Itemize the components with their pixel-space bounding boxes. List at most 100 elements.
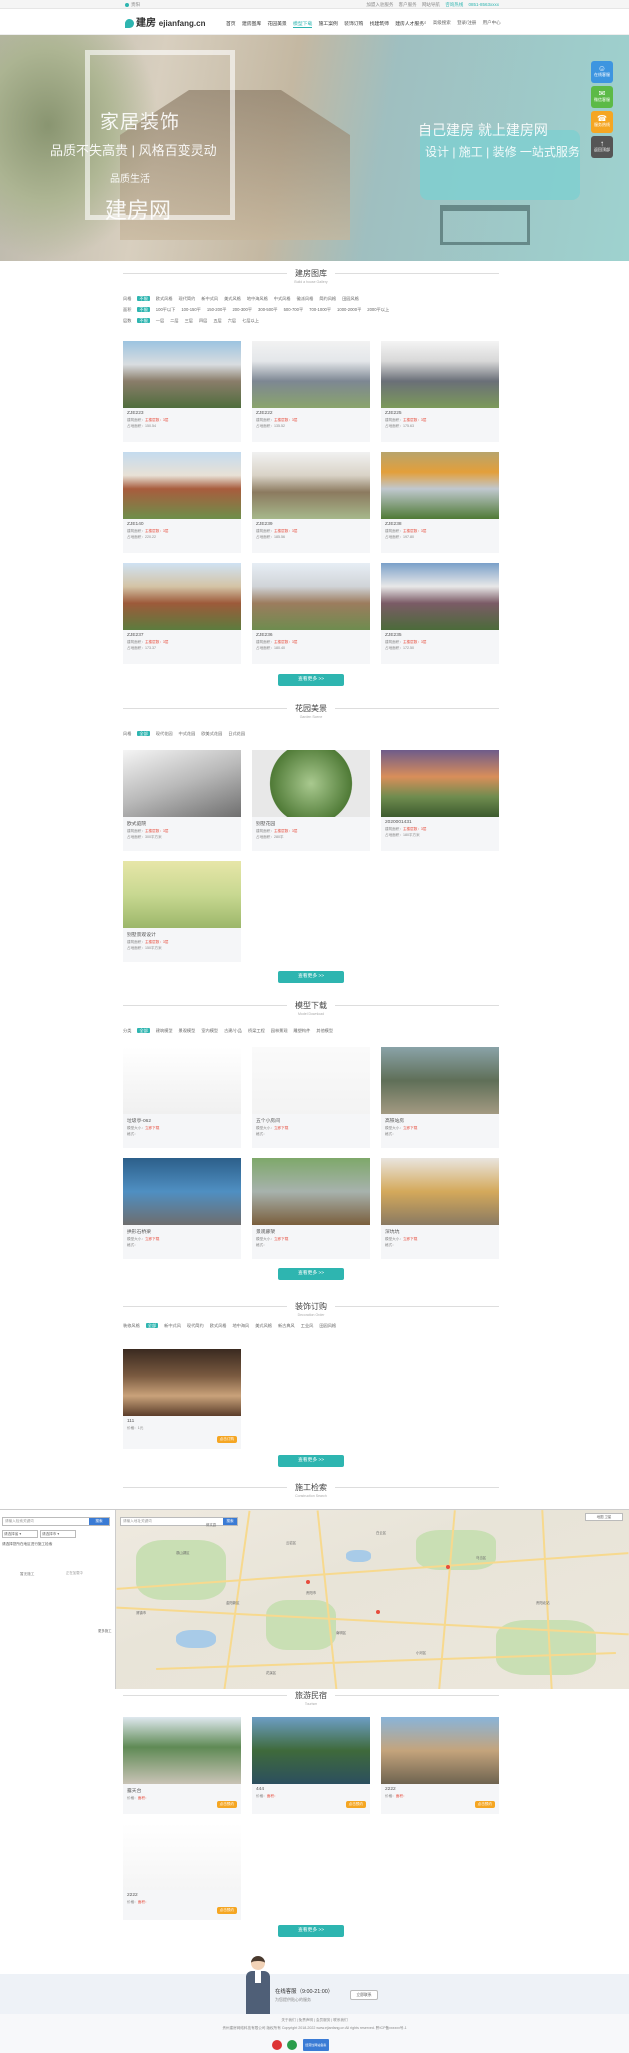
gallery-card[interactable]: ZJE225 建筑面积：主楼层数：3层 占地面积：175.63 — [381, 341, 499, 442]
icp-badge[interactable]: 经营性网站备案 — [302, 2039, 329, 2051]
order-button[interactable]: 点击订购 — [216, 1436, 237, 1443]
construction-map[interactable]: 请输入检索关键词 搜索 请选择省 ▾ 请选择市 ▾ 请选择您所在地区进行施工检索 … — [0, 1509, 629, 1689]
decor-card[interactable]: 111 价格：1元 点击订购 — [123, 1349, 241, 1449]
model-card[interactable]: 深坑坑 模型大小：立即下载 格式： — [381, 1158, 499, 1259]
nav-talent[interactable]: 建房人才服务 — [395, 22, 424, 27]
gallery-card[interactable]: ZJE236 建筑面积：主楼层数：3层 占地面积：180.40 — [252, 563, 370, 664]
garden-filter-option[interactable]: 日式花园 — [228, 731, 245, 736]
filter-option[interactable]: 新中式风 — [201, 296, 218, 301]
filter-option[interactable]: 100-150平 — [181, 307, 201, 312]
gallery-card[interactable]: ZJE140 建筑面积：主楼层数：3层 占地面积：220.22 — [123, 452, 241, 553]
filter-option[interactable]: 不限 — [137, 318, 150, 323]
top-link-sitemap[interactable]: 网站导航 — [422, 2, 440, 7]
garden-filter-option[interactable]: 中式花园 — [179, 731, 196, 736]
nav-construct[interactable]: 施工案例 — [319, 22, 338, 27]
model-card[interactable]: 五个小房间 模型大小：立即下载 格式： — [252, 1047, 370, 1148]
filter-option[interactable]: 不限 — [137, 307, 150, 312]
map-marker-icon[interactable] — [376, 1610, 380, 1614]
model-filter-option[interactable]: 桥梁工程 — [248, 1028, 265, 1033]
logo[interactable]: 建房 ejianfang.cn — [125, 14, 205, 29]
filter-option[interactable]: 二层 — [170, 318, 178, 323]
model-filter-option[interactable]: 室内模型 — [201, 1028, 218, 1033]
reserve-button[interactable]: 点击预约 — [474, 1801, 495, 1808]
model-filter-option[interactable]: 园林景观 — [271, 1028, 288, 1033]
model-filter-option[interactable]: 雕塑构件 — [294, 1028, 311, 1033]
user-center-link[interactable]: 用户中心 — [483, 20, 501, 25]
nav-home[interactable]: 首页 — [226, 22, 236, 27]
search-icon[interactable]: ⌕ — [424, 20, 427, 25]
model-card[interactable]: 高铁站房 模型大小：立即下载 格式： — [381, 1047, 499, 1148]
map-marker-icon[interactable] — [446, 1565, 450, 1569]
garden-card[interactable]: 欧式庭院 建筑面积：主楼层数：3层 占地面积：300平方米 — [123, 750, 241, 851]
filter-option[interactable]: 中式风格 — [274, 296, 291, 301]
gallery-card[interactable]: ZJE235 建筑面积：主楼层数：3层 占地面积：172.50 — [381, 563, 499, 664]
tour-card[interactable]: 444 价格：面积： 点击预约 — [252, 1717, 370, 1814]
decor-filter-option[interactable]: 田园风格 — [319, 1323, 336, 1328]
filter-option[interactable]: 四层 — [199, 318, 207, 323]
filter-option[interactable]: 不限 — [137, 296, 150, 301]
garden-more-button[interactable]: 查看更多 >> — [278, 971, 344, 983]
map-marker-icon[interactable] — [306, 1580, 310, 1584]
filter-option[interactable]: 徽派风格 — [297, 296, 314, 301]
map-canvas[interactable]: 请输入地址关键词 搜索 地图 卫星 贵阳市 观山湖区 南明区 云岩区 花溪区 白云… — [116, 1510, 629, 1689]
filter-option[interactable]: 六层 — [228, 318, 236, 323]
login-link[interactable]: 登录/注册 — [457, 20, 476, 25]
decor-filter-option[interactable]: 全部 — [145, 1323, 159, 1328]
garden-filter-option[interactable]: 全部 — [137, 731, 150, 736]
decor-filter-option[interactable]: 美式风格 — [255, 1323, 272, 1328]
panel-search-button[interactable]: 搜索 — [89, 1518, 109, 1525]
reserve-button[interactable]: 点击预约 — [216, 1907, 237, 1914]
advanced-search-link[interactable]: 高级搜索 — [433, 20, 451, 25]
panel-more-link[interactable]: 更多施工 — [98, 1628, 112, 1633]
gallery-card[interactable]: ZJE223 建筑面积：主楼层数：3层 占地面积：150.54 — [123, 341, 241, 442]
gallery-card[interactable]: ZJE238 建筑面积：主楼层数：3层 占地面积：197.80 — [381, 452, 499, 553]
nav-architect[interactable]: 找建筑师 — [370, 22, 389, 27]
top-link-join[interactable]: 加盟入驻服务 — [366, 2, 393, 7]
filter-option[interactable]: 现代简约 — [179, 296, 196, 301]
nav-model[interactable]: 模型下载 — [293, 22, 313, 28]
top-link-service[interactable]: 客户服务 — [399, 2, 417, 7]
filter-option[interactable]: 700-1000平 — [309, 307, 331, 312]
decor-filter-option[interactable]: 新中式风 — [164, 1323, 181, 1328]
map-search-button[interactable]: 搜索 — [223, 1518, 237, 1525]
footer-links[interactable]: 关于我们 | 免责声明 | 会员服务 | 联系我们 — [0, 2018, 629, 2023]
model-filter-option[interactable]: 其他模型 — [316, 1028, 333, 1033]
garden-filter-option[interactable]: 现代花园 — [156, 731, 173, 736]
hero-banner[interactable]: 家居装饰 品质不失高贵 | 风格百变灵动 品质生活 建房网 自己建房 就上建房网… — [0, 35, 629, 261]
location[interactable]: 贵阳 — [125, 2, 140, 8]
model-card[interactable]: 垃圾亭-062 模型大小：立即下载 格式： — [123, 1047, 241, 1148]
gallery-card[interactable]: ZJE239 建筑面积：主楼层数：3层 占地面积：185.56 — [252, 452, 370, 553]
online-service-button[interactable]: ☺ 在线客服 — [591, 61, 613, 83]
filter-option[interactable]: 2000平以上 — [367, 307, 389, 312]
garden-card[interactable]: 2020001431 建筑面积：主楼层数：3层 占地面积：180平方米 — [381, 750, 499, 851]
nav-decor[interactable]: 装饰订购 — [344, 22, 363, 27]
contact-button[interactable]: 立即联系 — [350, 1990, 378, 2000]
filter-option[interactable]: 五层 — [213, 318, 221, 323]
gallery-card[interactable]: ZJE222 建筑面积：主楼层数：3层 占地面积：135.52 — [252, 341, 370, 442]
filter-option[interactable]: 美式风格 — [224, 296, 241, 301]
decor-more-button[interactable]: 查看更多 >> — [278, 1455, 344, 1467]
reserve-button[interactable]: 点击预约 — [345, 1801, 366, 1808]
filter-option[interactable]: 田园风格 — [342, 296, 359, 301]
filter-option[interactable]: 500-700平 — [284, 307, 304, 312]
filter-option[interactable]: 三层 — [185, 318, 193, 323]
gallery-more-button[interactable]: 查看更多 >> — [278, 674, 344, 686]
filter-option[interactable]: 欧式风格 — [156, 296, 173, 301]
filter-option[interactable]: 简约风格 — [319, 296, 336, 301]
garden-filter-option[interactable]: 欧美式花园 — [201, 731, 222, 736]
province-select[interactable]: 请选择省 ▾ — [2, 1530, 38, 1538]
model-filter-option[interactable]: 景观模型 — [179, 1028, 196, 1033]
nav-garden[interactable]: 花园美景 — [268, 22, 287, 27]
filter-option[interactable]: 100平以下 — [156, 307, 176, 312]
hotline-button[interactable]: ☎ 服务热线 — [591, 111, 613, 133]
filter-option[interactable]: 地中海风格 — [247, 296, 268, 301]
map-search-input[interactable]: 请输入地址关键词 搜索 — [120, 1517, 238, 1526]
filter-option[interactable]: 300-500平 — [258, 307, 278, 312]
back-to-top-button[interactable]: ↑ 返回顶部 — [591, 136, 613, 158]
tour-card[interactable]: 露天台 价格：面积： 点击预约 — [123, 1717, 241, 1814]
garden-card[interactable]: 别墅花园 建筑面积：主楼层数：3层 占地面积：280平 — [252, 750, 370, 851]
model-filter-option[interactable]: 建筑模型 — [156, 1028, 173, 1033]
decor-filter-option[interactable]: 欧式风格 — [210, 1323, 227, 1328]
model-card[interactable]: 拱形石桥梁 模型大小：立即下载 格式： — [123, 1158, 241, 1259]
police-badge-icon[interactable] — [272, 2040, 282, 2050]
